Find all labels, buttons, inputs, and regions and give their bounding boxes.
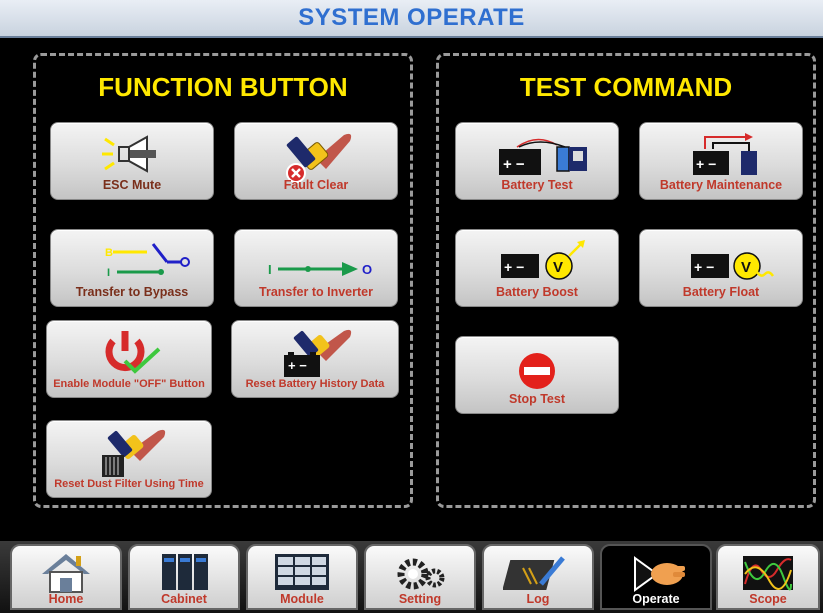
function-panel-title: FUNCTION BUTTON [98,72,348,102]
battery-boost-label: Battery Boost [496,285,578,299]
cabinet-icon [162,554,208,590]
svg-text:+ −: + − [694,259,714,275]
transfer-to-bypass-button[interactable]: B I Transfer to Bypass [50,229,214,307]
bottom-nav: Home Cabinet Module Setting Log Operate … [0,536,823,613]
battery-maintenance-icon: + − [693,133,757,175]
enable-module-off-label: Enable Module "OFF" Button [53,378,205,390]
test-command-panel: TEST COMMAND + − Battery Test + − Batter… [436,53,816,508]
home-icon [42,554,90,593]
operate-hand-icon [634,556,685,592]
stop-test-button[interactable]: Stop Test [455,336,619,414]
battery-test-label: Battery Test [501,178,573,192]
dust-filter-reset-icon [102,429,166,477]
tab-operate-label: Operate [632,592,680,606]
esc-mute-button[interactable]: ESC Mute [50,122,214,200]
transfer-inverter-icon: I O [268,262,372,277]
stop-test-label: Stop Test [508,392,566,406]
tab-home[interactable]: Home [10,544,122,610]
power-check-icon [105,331,161,374]
float-icon-letter-v: V [741,259,751,276]
tab-setting-label: Setting [398,592,442,606]
tab-log-label: Log [526,592,550,606]
tab-module-label: Module [280,592,324,606]
transfer-to-inverter-button[interactable]: I O Transfer to Inverter [234,229,398,307]
svg-text:+ −: + − [503,156,525,173]
log-icon [503,556,565,590]
tab-module[interactable]: Module [246,544,358,610]
bypass-icon-letter-i: I [107,267,110,279]
reset-battery-history-button[interactable]: + − Reset Battery History Data [231,320,399,398]
battery-boost-button[interactable]: + − V Battery Boost [455,229,619,307]
transfer-to-inverter-label: Transfer to Inverter [259,285,373,299]
title-bar: SYSTEM OPERATE [0,0,823,38]
inverter-icon-letter-o: O [362,262,372,277]
svg-text:+ −: + − [504,259,524,275]
bypass-icon-letter-b: B [105,247,113,259]
battery-float-button[interactable]: + − V Battery Float [639,229,803,307]
scope-waveform-icon [743,556,793,591]
tab-home-label: Home [48,592,84,606]
battery-float-label: Battery Float [682,285,760,299]
battery-test-icon: + − [499,138,587,175]
battery-maintenance-label: Battery Maintenance [659,178,783,192]
tab-log[interactable]: Log [482,544,594,610]
boost-icon-letter-v: V [553,259,563,276]
battery-reset-icon: + − [284,329,352,377]
gears-icon [397,558,445,590]
stop-icon [519,353,555,389]
reset-battery-history-label: Reset Battery History Data [245,378,385,390]
transfer-to-bypass-label: Transfer to Bypass [75,285,189,299]
reset-dust-filter-label: Reset Dust Filter Using Time [54,478,204,490]
test-panel-title: TEST COMMAND [519,72,733,102]
transfer-bypass-icon: B I [105,243,190,279]
reset-dust-filter-button[interactable]: Reset Dust Filter Using Time [46,420,212,498]
battery-boost-icon: + − V [501,240,585,280]
fault-clear-button[interactable]: Fault Clear [234,122,398,200]
svg-text:+ −: + − [696,156,716,172]
tab-setting[interactable]: Setting [364,544,476,610]
tab-scope-label: Scope [749,592,787,606]
esc-mute-label: ESC Mute [102,178,162,192]
svg-text:+ −: + − [288,358,307,373]
tab-scope[interactable]: Scope [716,544,820,610]
inverter-icon-letter-i: I [268,262,272,277]
speaker-mute-icon [102,135,156,173]
enable-module-off-button[interactable]: Enable Module "OFF" Button [46,320,212,398]
fault-clear-icon [286,133,352,183]
function-button-panel: FUNCTION BUTTON ESC Mute Fault Clear B I… [33,53,413,508]
tab-cabinet[interactable]: Cabinet [128,544,240,610]
battery-test-button[interactable]: + − Battery Test [455,122,619,200]
tab-operate[interactable]: Operate [600,544,712,610]
fault-clear-label: Fault Clear [283,178,349,192]
battery-float-icon: + − V [691,252,775,280]
tab-cabinet-label: Cabinet [161,592,207,606]
battery-maintenance-button[interactable]: + − Battery Maintenance [639,122,803,200]
page-title: SYSTEM OPERATE [298,4,525,31]
module-icon [275,554,329,590]
